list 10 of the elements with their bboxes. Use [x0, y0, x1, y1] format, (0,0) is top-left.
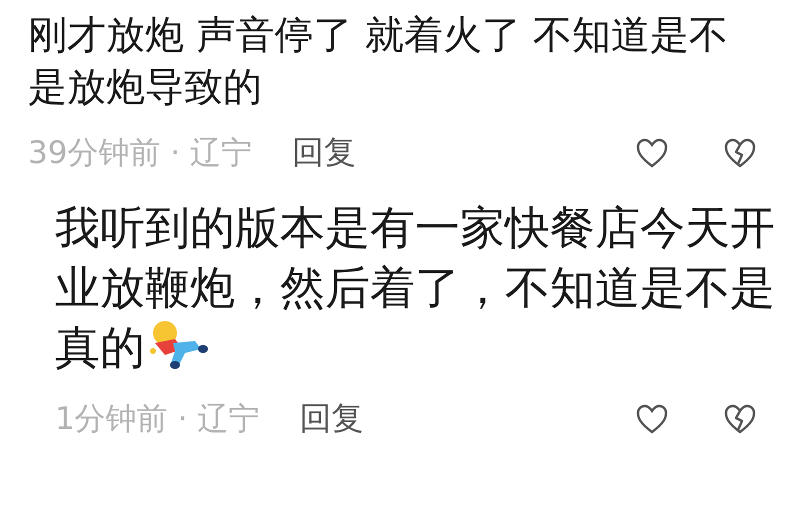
broken-heart-icon[interactable] — [724, 138, 756, 168]
heart-icon[interactable] — [636, 138, 668, 168]
comment-meta: 1分钟前 · 辽宁 — [55, 400, 260, 439]
broken-heart-icon[interactable] — [724, 404, 756, 434]
reply-link[interactable]: 回复 — [299, 397, 364, 441]
reply-link[interactable]: 回复 — [292, 131, 356, 175]
comment-text: 刚才放炮 声音停了 就着火了 不知道是不是放炮导致的 — [28, 12, 730, 112]
comment-text: 我听到的版本是有一家快餐店今天开业放鞭炮，然后着了，不知道是不是真的 — [55, 200, 776, 376]
heart-icon[interactable] — [636, 404, 668, 434]
comment-meta: 39分钟前 · 辽宁 — [28, 134, 252, 173]
